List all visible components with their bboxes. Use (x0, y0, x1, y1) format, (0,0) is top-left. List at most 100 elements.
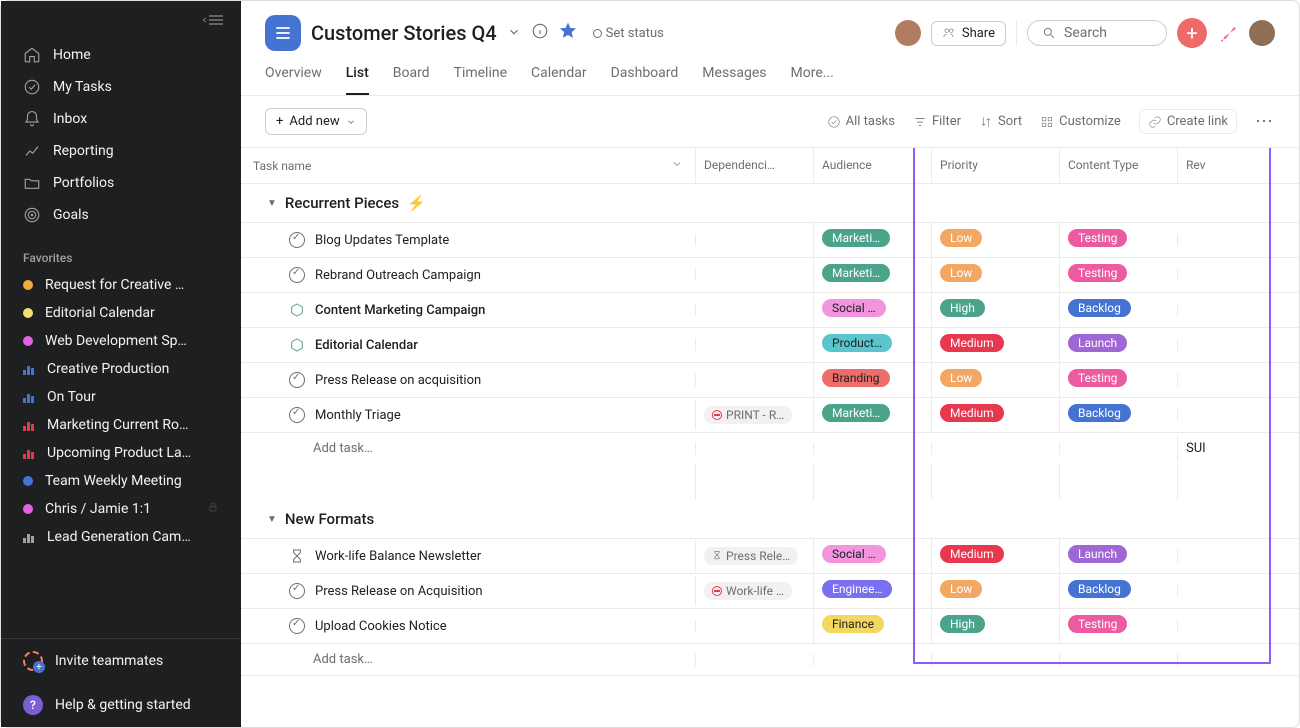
favorite-item[interactable]: Request for Creative … (1, 271, 241, 299)
audience-cell[interactable]: Social … (813, 539, 931, 573)
task-name-cell[interactable]: Monthly Triage (241, 399, 695, 431)
hourglass-icon[interactable] (289, 548, 305, 564)
section-header[interactable]: ▼New Formats (241, 500, 1299, 538)
tag-pill[interactable]: Low (940, 369, 982, 387)
priority-cell[interactable]: High (931, 293, 1059, 327)
content-type-cell[interactable]: Testing (1059, 223, 1177, 257)
dependency-pill[interactable]: Work-life … (704, 582, 792, 600)
help-button[interactable]: ? Help & getting started (1, 683, 241, 727)
collapse-icon[interactable]: ▼ (267, 198, 277, 209)
favorite-item[interactable]: Lead Generation Cam… (1, 523, 241, 551)
column-task[interactable]: Task name (241, 148, 695, 183)
column-rev[interactable]: Rev (1177, 148, 1237, 183)
task-name-cell[interactable]: Editorial Calendar (241, 329, 695, 361)
collapse-sidebar-icon[interactable] (203, 13, 223, 27)
tag-pill[interactable]: Enginee… (822, 580, 892, 598)
audience-cell[interactable]: Finance (813, 609, 931, 643)
tab-calendar[interactable]: Calendar (531, 65, 587, 95)
priority-cell[interactable]: Medium (931, 539, 1059, 573)
user-avatar[interactable] (1249, 20, 1275, 46)
tab-timeline[interactable]: Timeline (454, 65, 507, 95)
dependency-cell[interactable] (695, 374, 813, 386)
nav-my-tasks[interactable]: My Tasks (1, 71, 241, 103)
info-icon[interactable] (531, 22, 549, 44)
tag-pill[interactable]: High (940, 615, 985, 633)
task-row[interactable]: Rebrand Outreach CampaignMarketi…LowTest… (241, 257, 1299, 292)
complete-checkbox[interactable] (289, 407, 305, 423)
task-row[interactable]: Blog Updates TemplateMarketi…LowTesting (241, 222, 1299, 257)
search-input[interactable]: Search (1027, 20, 1167, 46)
content-type-cell[interactable]: Launch (1059, 328, 1177, 362)
column-priority[interactable]: Priority (931, 148, 1059, 183)
priority-cell[interactable]: Low (931, 574, 1059, 608)
tag-pill[interactable]: Testing (1068, 615, 1127, 633)
favorite-item[interactable]: Web Development Sp… (1, 327, 241, 355)
complete-checkbox[interactable] (289, 372, 305, 388)
tab-messages[interactable]: Messages (702, 65, 766, 95)
complete-checkbox[interactable] (289, 618, 305, 634)
invite-teammates-button[interactable]: Invite teammates (1, 639, 241, 683)
tag-pill[interactable]: Branding (822, 369, 890, 387)
add-task-row[interactable]: Add task…SUI (241, 432, 1299, 464)
complete-checkbox[interactable] (289, 267, 305, 283)
content-type-cell[interactable]: Backlog (1059, 398, 1177, 432)
task-row[interactable]: Monthly Triage PRINT - R… Marketi… Medium Ba… (241, 397, 1299, 432)
set-status-button[interactable]: Set status (593, 26, 664, 41)
tag-pill[interactable]: Backlog (1068, 404, 1131, 422)
section-header[interactable]: ▼Recurrent Pieces⚡ (241, 184, 1299, 222)
tab-more[interactable]: More... (791, 65, 834, 95)
rev-cell[interactable] (1177, 304, 1237, 316)
tab-overview[interactable]: Overview (265, 65, 322, 95)
priority-cell[interactable]: Medium (931, 328, 1059, 362)
nav-inbox[interactable]: Inbox (1, 103, 241, 135)
favorite-item[interactable]: Upcoming Product La… (1, 439, 241, 467)
tag-pill[interactable]: Medium (940, 404, 1004, 422)
tag-pill[interactable]: Marketi… (822, 264, 890, 282)
dependency-cell[interactable] (695, 620, 813, 632)
rev-cell[interactable] (1177, 339, 1237, 351)
audience-cell[interactable]: Marketi… (813, 258, 931, 292)
rev-cell[interactable] (1177, 585, 1237, 597)
task-name-cell[interactable]: Press Release on Acquisition (241, 575, 695, 607)
tag-pill[interactable]: Testing (1068, 369, 1127, 387)
tag-pill[interactable]: Social … (822, 545, 886, 563)
tag-pill[interactable]: Medium (940, 334, 1004, 352)
audience-cell[interactable]: Marketi… (813, 223, 931, 257)
tag-pill[interactable]: Marketi… (822, 404, 890, 422)
dependency-cell[interactable] (695, 234, 813, 246)
priority-cell[interactable]: Low (931, 258, 1059, 292)
share-button[interactable]: Share (931, 21, 1006, 46)
task-row[interactable]: Content Marketing CampaignSocial …HighBa… (241, 292, 1299, 327)
tab-list[interactable]: List (346, 65, 369, 95)
project-dropdown-icon[interactable] (507, 24, 521, 43)
nav-goals[interactable]: Goals (1, 199, 241, 231)
all-tasks-button[interactable]: All tasks (827, 114, 895, 129)
filter-button[interactable]: Filter (913, 114, 961, 129)
tab-dashboard[interactable]: Dashboard (611, 65, 679, 95)
milestone-icon[interactable] (289, 337, 305, 353)
dependency-cell[interactable] (695, 339, 813, 351)
tag-pill[interactable]: Low (940, 580, 982, 598)
task-name-cell[interactable]: Rebrand Outreach Campaign (241, 259, 695, 291)
task-name-cell[interactable]: Work-life Balance Newsletter (241, 540, 695, 572)
add-task-row[interactable]: Add task… (241, 643, 1299, 676)
audience-cell[interactable]: Social … (813, 293, 931, 327)
audience-cell[interactable]: Branding (813, 363, 931, 397)
priority-cell[interactable]: Low (931, 363, 1059, 397)
tag-pill[interactable]: Launch (1068, 334, 1127, 352)
rev-cell[interactable] (1177, 550, 1237, 562)
tag-pill[interactable]: Testing (1068, 229, 1127, 247)
content-type-cell[interactable]: Testing (1059, 609, 1177, 643)
task-row[interactable]: Work-life Balance NewsletterPress Rele…S… (241, 538, 1299, 573)
task-row[interactable]: Upload Cookies NoticeFinanceHighTesting (241, 608, 1299, 643)
milestone-icon[interactable] (289, 302, 305, 318)
task-name-cell[interactable]: Content Marketing Campaign (241, 294, 695, 326)
content-type-cell[interactable]: Backlog (1059, 574, 1177, 608)
audience-cell[interactable]: Marketi… (813, 398, 931, 432)
dependency-pill[interactable]: PRINT - R… (704, 406, 792, 424)
create-button[interactable]: + (1177, 18, 1207, 48)
favorite-item[interactable]: Marketing Current Ro… (1, 411, 241, 439)
priority-cell[interactable]: High (931, 609, 1059, 643)
nav-home[interactable]: Home (1, 39, 241, 71)
tag-pill[interactable]: Low (940, 264, 982, 282)
